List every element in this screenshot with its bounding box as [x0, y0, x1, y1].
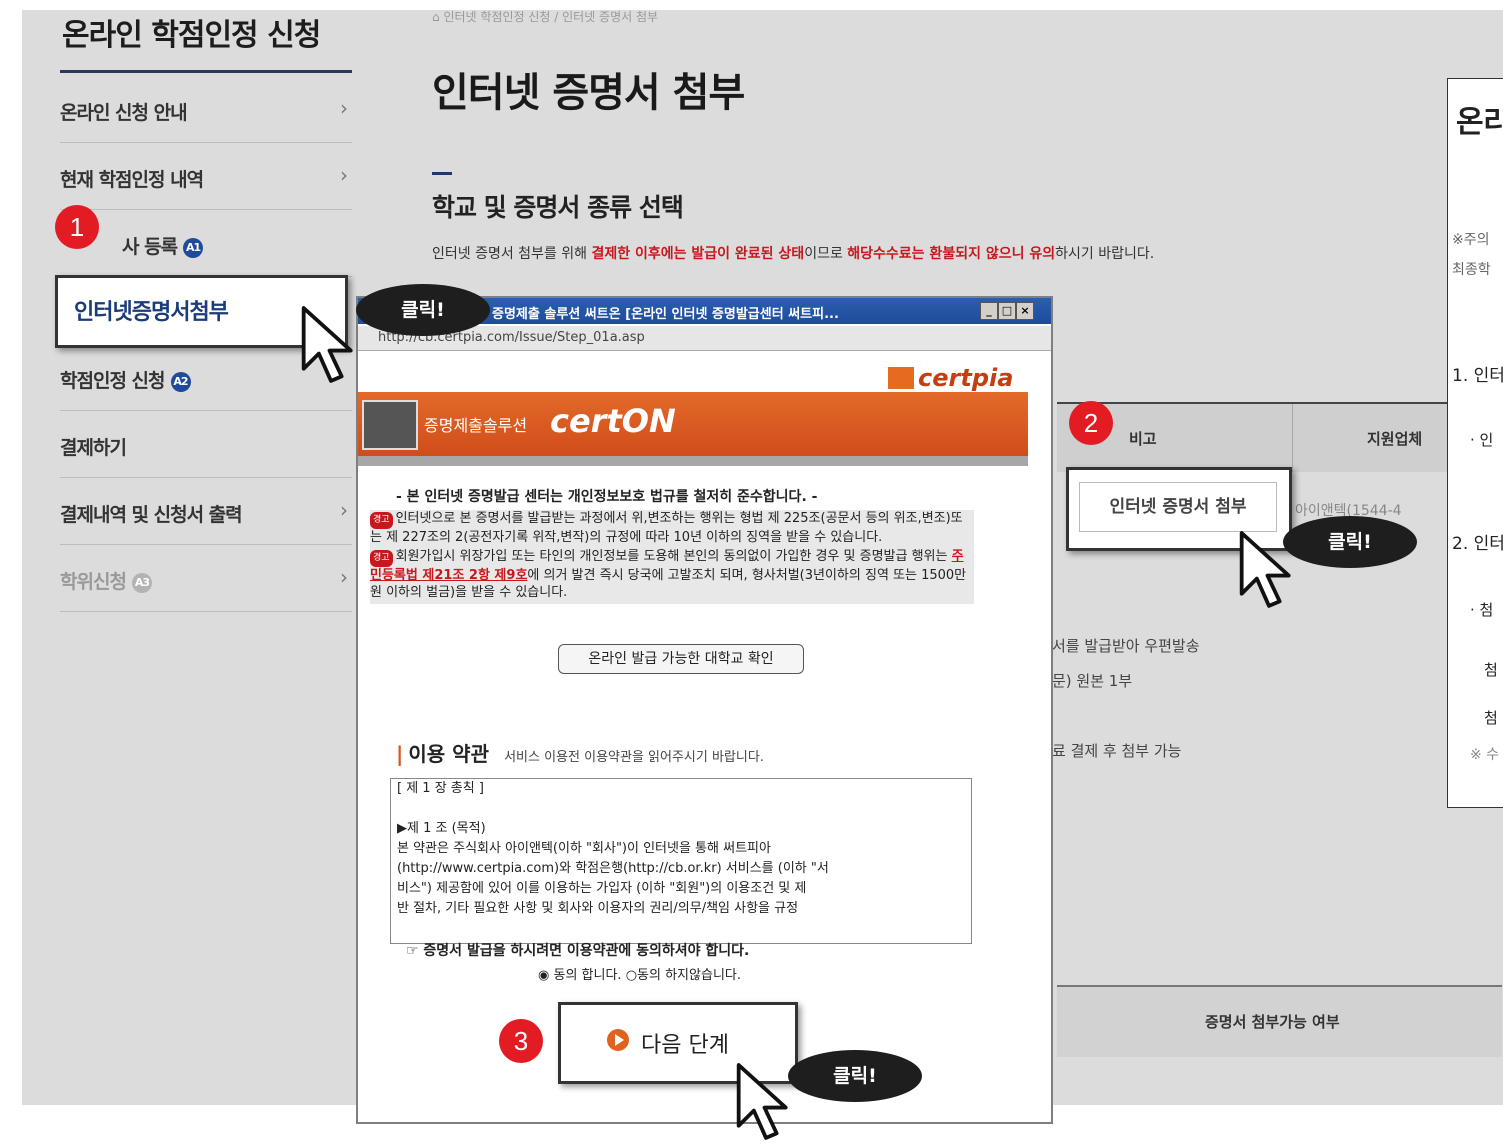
click-callout: 클릭! — [788, 1050, 922, 1102]
banner-prefix: 증명제출솔루션 — [424, 416, 528, 435]
sidebar-item-label: 온라인 신청 안내 — [60, 102, 188, 124]
step-badge-icon: A3 — [131, 573, 152, 593]
terms-line: (http://www.certpia.com)와 학점은행(http://cb… — [397, 861, 829, 876]
terms-bar-icon: | — [396, 742, 404, 766]
terms-subtitle: 서비스 이용전 이용약관을 읽어주시기 바랍니다. — [504, 750, 764, 765]
info-item: 2. 인터 — [1452, 534, 1503, 554]
close-icon[interactable]: × — [1016, 302, 1034, 320]
terms-line: ▶제 1 조 (목적) — [397, 821, 486, 836]
terms-line: 비스") 제공함에 있어 이를 이용하는 가입자 (이하 "회원")의 이용조건… — [397, 881, 807, 896]
terms-line: [ 제 1 장 총칙 ] — [397, 781, 484, 796]
sidebar-item-label: 결제내역 및 신청서 출력 — [60, 504, 243, 526]
step-badge-icon: A2 — [170, 372, 191, 392]
left-title-rule — [60, 70, 352, 73]
step-3-marker: 3 — [499, 1019, 543, 1063]
privacy-headline: - 본 인터넷 증명발급 센터는 개인정보보호 법규를 철저히 준수합니다. - — [396, 489, 818, 505]
terms-textarea[interactable]: [ 제 1 장 총칙 ] ▶제 1 조 (목적) 본 약관은 주식회사 아이앤텍… — [390, 778, 972, 944]
maximize-icon[interactable]: □ — [998, 302, 1016, 320]
terms-title: 이용 약관 — [408, 742, 489, 766]
play-triangle — [615, 1034, 624, 1046]
column-header-availability: 증명서 첨부가능 여부 — [1205, 1013, 1340, 1031]
terms-line: 본 약관은 주식회사 아이앤텍(이하 "회사")이 인터넷을 통해 써트피아 — [397, 841, 771, 856]
check-university-button[interactable]: 온라인 발급 가능한 대학교 확인 — [558, 644, 804, 674]
info-line: 첨 — [1484, 661, 1498, 679]
chevron-right-icon: › — [340, 498, 348, 522]
home-icon[interactable]: ⌂ — [432, 10, 440, 24]
sidebar-item-payment[interactable]: 결제하기 — [60, 411, 352, 478]
agree-yes-label: 동의 합니다. — [553, 968, 622, 983]
play-circle-icon — [607, 1029, 629, 1051]
column-divider — [1292, 404, 1293, 472]
agree-no-radio[interactable]: ○ — [626, 968, 637, 983]
certon-logo: certON — [550, 402, 676, 440]
certpia-logo-icon — [888, 367, 914, 389]
certpia-logo: certpia — [888, 364, 1013, 392]
agree-radio-group: ◉ 동의 합니다. ○동의 하지않습니다. — [538, 964, 741, 983]
sidebar-item-label: 인터넷증명서첨부 — [74, 300, 229, 325]
chevron-right-icon: › — [340, 565, 348, 589]
info-note: ※ 수 — [1470, 747, 1500, 763]
info-bullet: · 인 — [1470, 431, 1494, 449]
legal-warning-box: 경고 인터넷으로 본 증명서를 발급받는 과정에서 위,변조하는 행위는 형법 제… — [370, 510, 974, 604]
popup-title: 증명제출 솔루션 써트온 [온라인 인터넷 증명발급센터 써트피... — [492, 307, 839, 322]
minimize-icon[interactable]: _ — [980, 302, 998, 320]
certpia-popup-window: 증명제출 솔루션 써트온 [온라인 인터넷 증명발급센터 써트피... _ □ … — [356, 296, 1053, 1124]
left-section-title: 온라인 학점인정 신청 — [62, 18, 321, 53]
warning-tag-icon: 경고 — [370, 550, 393, 567]
info-note: ※주의 — [1452, 232, 1490, 248]
cursor-arrow-icon — [301, 306, 353, 383]
refund-notice: 인터넷 증명서 첨부를 위해 결제한 이후에는 발급이 완료된 상태이므로 해당… — [432, 246, 1155, 262]
info-panel: 온라 ※주의 최종학 1. 인터 · 인 2. 인터 · 첨 첨 첨 ※ 수 — [1447, 78, 1503, 808]
cursor-arrow-icon — [736, 1063, 788, 1140]
breadcrumb: ⌂ 인터넷 학점인정 신청 / 인터넷 증명서 첨부 — [432, 10, 659, 24]
sidebar-item-label: 결제하기 — [60, 437, 127, 459]
terms-heading: | 이용 약관 서비스 이용전 이용약관을 읽어주시기 바랍니다. — [396, 738, 764, 767]
agree-yes-radio[interactable]: ◉ — [538, 968, 549, 983]
info-line: 첨 — [1484, 709, 1498, 727]
chevron-right-icon: › — [340, 163, 348, 187]
sidebar-item-credit-history[interactable]: 현재 학점인정 내역 › — [60, 143, 352, 210]
agree-no-label: 동의 하지않습니다. — [637, 968, 741, 983]
sidebar-item-label: 학점인정 신청 A2 — [60, 366, 191, 393]
section-dash — [432, 172, 452, 175]
certon-banner: 증명제출솔루션 certON — [358, 392, 1028, 456]
table-header-bottom: 증명서 첨부가능 여부 — [1057, 985, 1502, 1057]
click-callout: 클릭! — [1283, 516, 1417, 568]
banner-underline — [358, 456, 1028, 466]
sidebar-item-payment-history[interactable]: 결제내역 및 신청서 출력 › — [60, 478, 352, 545]
chevron-right-icon: › — [340, 96, 348, 120]
next-step-label: 다음 단계 — [641, 1033, 729, 1058]
desc-line: 서를 발급받아 우편발송 — [1052, 637, 1200, 655]
sidebar-item-label: 학위신청 A3 — [60, 567, 152, 594]
sidebar-item-label: 현재 학점인정 내역 — [60, 169, 204, 191]
desc-line: 문) 원본 1부 — [1052, 672, 1133, 690]
click-callout: 클릭! — [356, 284, 490, 336]
column-header-vendor: 지원업체 — [1367, 430, 1423, 448]
step-2-marker: 2 — [1069, 401, 1113, 445]
table-header: 비고 지원업체 — [1057, 402, 1502, 472]
sidebar-item-degree[interactable]: 학위신청 A3 › — [60, 545, 352, 612]
agree-notice: ☞ 증명서 발급을 하시려면 이용약관에 동의하셔야 합니다. — [406, 943, 750, 959]
info-note: 최종학 — [1452, 262, 1491, 278]
info-bullet: · 첨 — [1470, 601, 1494, 619]
page-title: 인터넷 증명서 첨부 — [432, 70, 745, 116]
sidebar-item-guide[interactable]: 온라인 신청 안내 › — [60, 76, 352, 143]
warning-tag-icon: 경고 — [370, 512, 393, 529]
sidebar-item-register[interactable]: 사 등록 A1 — [60, 210, 352, 277]
info-item: 1. 인터 — [1452, 366, 1503, 386]
step-badge-icon: A1 — [183, 238, 204, 258]
column-header-note: 비고 — [1129, 430, 1157, 448]
laptop-icon — [362, 400, 418, 450]
sidebar-item-label: 사 등록 A1 — [122, 232, 204, 259]
desc-line: 료 결제 후 첨부 가능 — [1052, 742, 1182, 760]
step-1-marker: 1 — [55, 205, 99, 249]
section-title: 학교 및 증명서 종류 선택 — [432, 193, 684, 222]
terms-line-blank — [397, 799, 949, 819]
cursor-arrow-icon — [1239, 531, 1291, 608]
terms-line: 반 절차, 기타 필요한 사항 및 회사와 이용자의 권리/의무/책임 사항을 … — [397, 901, 799, 916]
info-panel-title: 온라 — [1456, 105, 1503, 140]
attach-button-label: 인터넷 증명서 첨부 — [1079, 482, 1277, 532]
